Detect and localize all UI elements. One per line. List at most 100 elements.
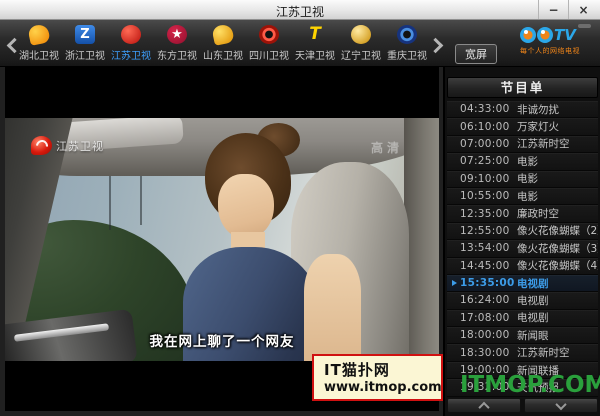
channel-item[interactable]: 湖北卫视 <box>16 25 62 62</box>
channel-watermark-text: 江苏卫视 <box>56 138 104 154</box>
program-row[interactable]: 09:10:00电影 <box>447 171 598 188</box>
program-name: 电视剧 <box>517 276 549 291</box>
person-face <box>218 174 274 240</box>
program-row[interactable]: 15:35:00电视剧 <box>447 275 598 292</box>
program-time: 07:25:00 <box>460 155 517 167</box>
program-row[interactable]: 16:24:00电视剧 <box>447 292 598 309</box>
program-row[interactable]: 12:35:00廉政时空 <box>447 205 598 222</box>
program-time: 12:35:00 <box>460 208 517 220</box>
channel-item[interactable]: ★ 东方卫视 <box>154 25 200 62</box>
program-time: 12:55:00 <box>460 225 517 237</box>
program-name: 像火花像蝴蝶（3） <box>517 241 598 256</box>
program-time: 04:33:00 <box>460 103 517 115</box>
shandong-tv-icon <box>211 23 235 46</box>
video-frame: 江苏卫视 高清 我在网上聊了一个网友 <box>5 118 439 361</box>
channel-glyph: ★ <box>171 28 183 41</box>
program-time: 13:54:00 <box>460 242 517 254</box>
program-name: 江苏新时空 <box>517 345 570 360</box>
program-name: 江苏新时空 <box>517 136 570 151</box>
video-subtitle: 我在网上聊了一个网友 <box>5 330 439 350</box>
channel-glyph: T <box>309 26 321 43</box>
program-time: 16:24:00 <box>460 294 517 306</box>
program-time: 10:55:00 <box>460 190 517 202</box>
pptv-p-icon <box>520 27 536 43</box>
scroll-up-button[interactable] <box>447 398 521 413</box>
pptv-p-icon <box>537 27 553 43</box>
title-bar: 江苏卫视 − × <box>0 0 600 20</box>
widescreen-button[interactable]: 宽屏 <box>455 44 497 64</box>
program-name: 像火花像蝴蝶（2） <box>517 223 598 238</box>
liaoning-tv-icon <box>351 25 371 44</box>
program-name: 电影 <box>517 189 538 204</box>
program-time: 18:00:00 <box>460 329 517 341</box>
channel-label: 辽宁卫视 <box>341 47 381 62</box>
channel-label: 四川卫视 <box>249 47 289 62</box>
channel-item[interactable]: T 天津卫视 <box>292 25 338 62</box>
program-name: 廉政时空 <box>517 206 559 221</box>
channel-item[interactable]: 重庆卫视 <box>384 25 430 62</box>
program-time: 09:10:00 <box>460 173 517 185</box>
jiangsu-tv-logo-icon <box>31 136 52 155</box>
channel-label: 东方卫视 <box>157 47 197 62</box>
channel-label: 重庆卫视 <box>387 47 427 62</box>
program-time: 06:10:00 <box>460 121 517 133</box>
car-door <box>404 118 439 361</box>
channel-item[interactable]: 山东卫视 <box>200 25 246 62</box>
now-playing-icon <box>452 280 457 286</box>
program-row[interactable]: 18:00:00新闻眼 <box>447 327 598 344</box>
itmop-site-url: www.itmop.com <box>324 380 441 395</box>
program-time: 15:35:00 <box>460 277 517 289</box>
hubei-tv-icon <box>27 23 51 46</box>
program-time: 14:45:00 <box>460 260 517 272</box>
program-panel-title: 节目单 <box>447 77 598 98</box>
program-time: 07:00:00 <box>460 138 517 150</box>
sichuan-tv-icon <box>259 25 279 44</box>
program-name: 新闻眼 <box>517 328 549 343</box>
minimize-button[interactable]: − <box>538 0 568 19</box>
program-time: 18:30:00 <box>460 347 517 359</box>
program-row[interactable]: 07:00:00江苏新时空 <box>447 136 598 153</box>
program-row[interactable]: 07:25:00电影 <box>447 153 598 170</box>
program-time: 17:08:00 <box>460 312 517 324</box>
program-list-scrollbar <box>447 398 598 413</box>
program-row[interactable]: 06:10:00万家灯火 <box>447 118 598 135</box>
channel-label: 江苏卫视 <box>111 47 151 62</box>
scroll-channels-right-button[interactable] <box>430 40 444 54</box>
dongfang-tv-icon: ★ <box>167 25 187 44</box>
program-panel: 节目单 04:33:00非诚勿扰06:10:00万家灯火07:00:00江苏新时… <box>443 67 600 416</box>
window-title: 江苏卫视 <box>0 3 600 20</box>
chevron-right-icon <box>428 38 444 54</box>
program-row[interactable]: 17:08:00电视剧 <box>447 310 598 327</box>
close-button[interactable]: × <box>568 0 598 19</box>
program-row[interactable]: 14:45:00像火花像蝴蝶（4） <box>447 258 598 275</box>
channel-item[interactable]: 辽宁卫视 <box>338 25 384 62</box>
program-name: 电影 <box>517 171 538 186</box>
pptv-tagline: 每个人的网络电视 <box>520 46 586 56</box>
channel-item[interactable]: 江苏卫视 <box>108 25 154 62</box>
channel-label: 天津卫视 <box>295 47 335 62</box>
itmop-watermark-box: IT猫扑网 www.itmop.com <box>312 354 443 401</box>
program-row[interactable]: 18:30:00江苏新时空 <box>447 344 598 361</box>
channel-watermark: 江苏卫视 <box>31 136 104 155</box>
channel-item[interactable]: 四川卫视 <box>246 25 292 62</box>
zhejiang-tv-icon: Z <box>75 25 95 44</box>
channel-list: 湖北卫视 Z 浙江卫视江苏卫视 ★ 东方卫视山东卫视四川卫视 T 天津卫视辽宁卫视重庆卫视 <box>16 25 430 62</box>
pptv-logo: TV 每个人的网络电视 <box>520 26 586 56</box>
program-row[interactable]: 12:55:00像火花像蝴蝶（2） <box>447 223 598 240</box>
scroll-down-button[interactable] <box>524 398 598 413</box>
channel-item[interactable]: Z 浙江卫视 <box>62 25 108 62</box>
program-row[interactable]: 10:55:00电影 <box>447 188 598 205</box>
channel-glyph: Z <box>80 28 89 41</box>
program-name: 非诚勿扰 <box>517 102 559 117</box>
program-name: 电视剧 <box>517 310 549 325</box>
hd-badge: 高清 <box>371 139 403 156</box>
window-controls: − × <box>538 0 598 19</box>
chongqing-tv-icon <box>397 25 417 44</box>
channel-label: 浙江卫视 <box>65 47 105 62</box>
chevron-up-icon <box>478 401 489 412</box>
pptv-tv-text: TV <box>554 26 576 44</box>
program-row[interactable]: 04:33:00非诚勿扰 <box>447 101 598 118</box>
itmop-site-name: IT猫扑网 <box>324 359 441 380</box>
program-row[interactable]: 13:54:00像火花像蝴蝶（3） <box>447 240 598 257</box>
jiangsu-tv-icon <box>121 25 141 44</box>
